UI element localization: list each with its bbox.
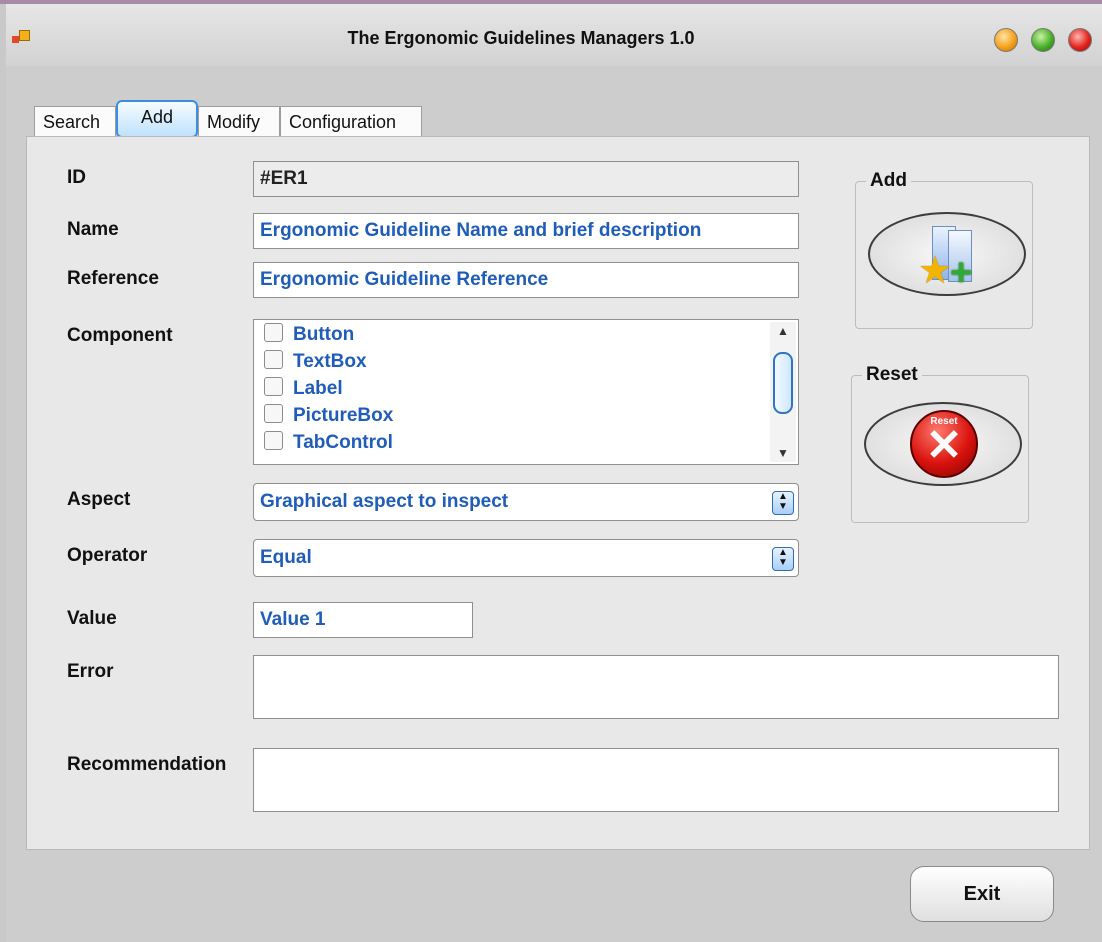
tab-modify[interactable]: Modify — [198, 106, 280, 136]
checkbox[interactable] — [264, 350, 283, 370]
add-button[interactable]: ★ + — [868, 212, 1026, 296]
add-groupbox-legend: Add — [866, 170, 911, 192]
minimize-orb-icon[interactable] — [994, 28, 1018, 52]
checkbox[interactable] — [264, 323, 283, 343]
title-bar: The Ergonomic Guidelines Managers 1.0 — [6, 4, 1102, 66]
window-title: The Ergonomic Guidelines Managers 1.0 — [347, 28, 695, 48]
add-groupbox: Add ★ + — [855, 170, 1033, 329]
value-label: Value — [67, 608, 117, 629]
tab-configuration[interactable]: Configuration — [280, 106, 422, 136]
component-checklist[interactable]: Button TextBox Label PictureBox TabContr… — [253, 319, 799, 465]
aspect-dropdown[interactable]: Graphical aspect to inspect ▲ ▼ — [253, 483, 799, 521]
name-field[interactable]: Ergonomic Guideline Name and brief descr… — [253, 213, 799, 249]
checkbox[interactable] — [264, 431, 283, 451]
value-field[interactable]: Value 1 — [253, 602, 473, 638]
dropdown-updown-icon[interactable]: ▲ ▼ — [772, 547, 794, 571]
error-textarea[interactable] — [253, 655, 1059, 719]
component-item[interactable]: Label — [264, 376, 343, 402]
reset-button[interactable]: Reset ✕ — [864, 402, 1022, 486]
scrollbar-thumb[interactable] — [773, 352, 793, 414]
exit-button[interactable]: Exit — [910, 866, 1054, 922]
id-field: #ER1 — [253, 161, 799, 197]
reference-field[interactable]: Ergonomic Guideline Reference — [253, 262, 799, 298]
maximize-orb-icon[interactable] — [1031, 28, 1055, 52]
aspect-label: Aspect — [67, 489, 131, 510]
operator-dropdown[interactable]: Equal ▲ ▼ — [253, 539, 799, 577]
error-label: Error — [67, 661, 114, 682]
scroll-up-arrow-icon[interactable]: ▲ — [770, 322, 796, 340]
recommendation-label: Recommendation — [67, 754, 227, 775]
tab-add[interactable]: Add — [116, 100, 198, 138]
dropdown-updown-icon[interactable]: ▲ ▼ — [772, 491, 794, 515]
operator-label: Operator — [67, 545, 148, 566]
component-label: Component — [67, 325, 173, 346]
reference-label: Reference — [67, 268, 159, 289]
scroll-down-arrow-icon[interactable]: ▼ — [770, 444, 796, 462]
component-item[interactable]: Button — [264, 322, 354, 348]
checkbox[interactable] — [264, 377, 283, 397]
component-item[interactable]: TabControl — [264, 430, 393, 456]
reset-x-icon: Reset ✕ — [910, 410, 978, 478]
reset-groupbox-legend: Reset — [862, 364, 922, 386]
tab-search[interactable]: Search — [34, 106, 116, 136]
id-label: ID — [67, 167, 86, 188]
checkbox[interactable] — [264, 404, 283, 424]
component-item[interactable]: TextBox — [264, 349, 367, 375]
add-tab-panel: ID #ER1 Name Ergonomic Guideline Name an… — [26, 136, 1090, 850]
add-star-plus-icon: ★ + — [914, 222, 984, 292]
recommendation-textarea[interactable] — [253, 748, 1059, 812]
close-orb-icon[interactable] — [1068, 28, 1092, 52]
reset-groupbox: Reset Reset ✕ — [851, 364, 1029, 523]
app-window: The Ergonomic Guidelines Managers 1.0 Se… — [6, 4, 1102, 942]
component-item[interactable]: PictureBox — [264, 403, 393, 429]
component-scrollbar[interactable]: ▲ ▼ — [770, 322, 796, 462]
name-label: Name — [67, 219, 119, 240]
